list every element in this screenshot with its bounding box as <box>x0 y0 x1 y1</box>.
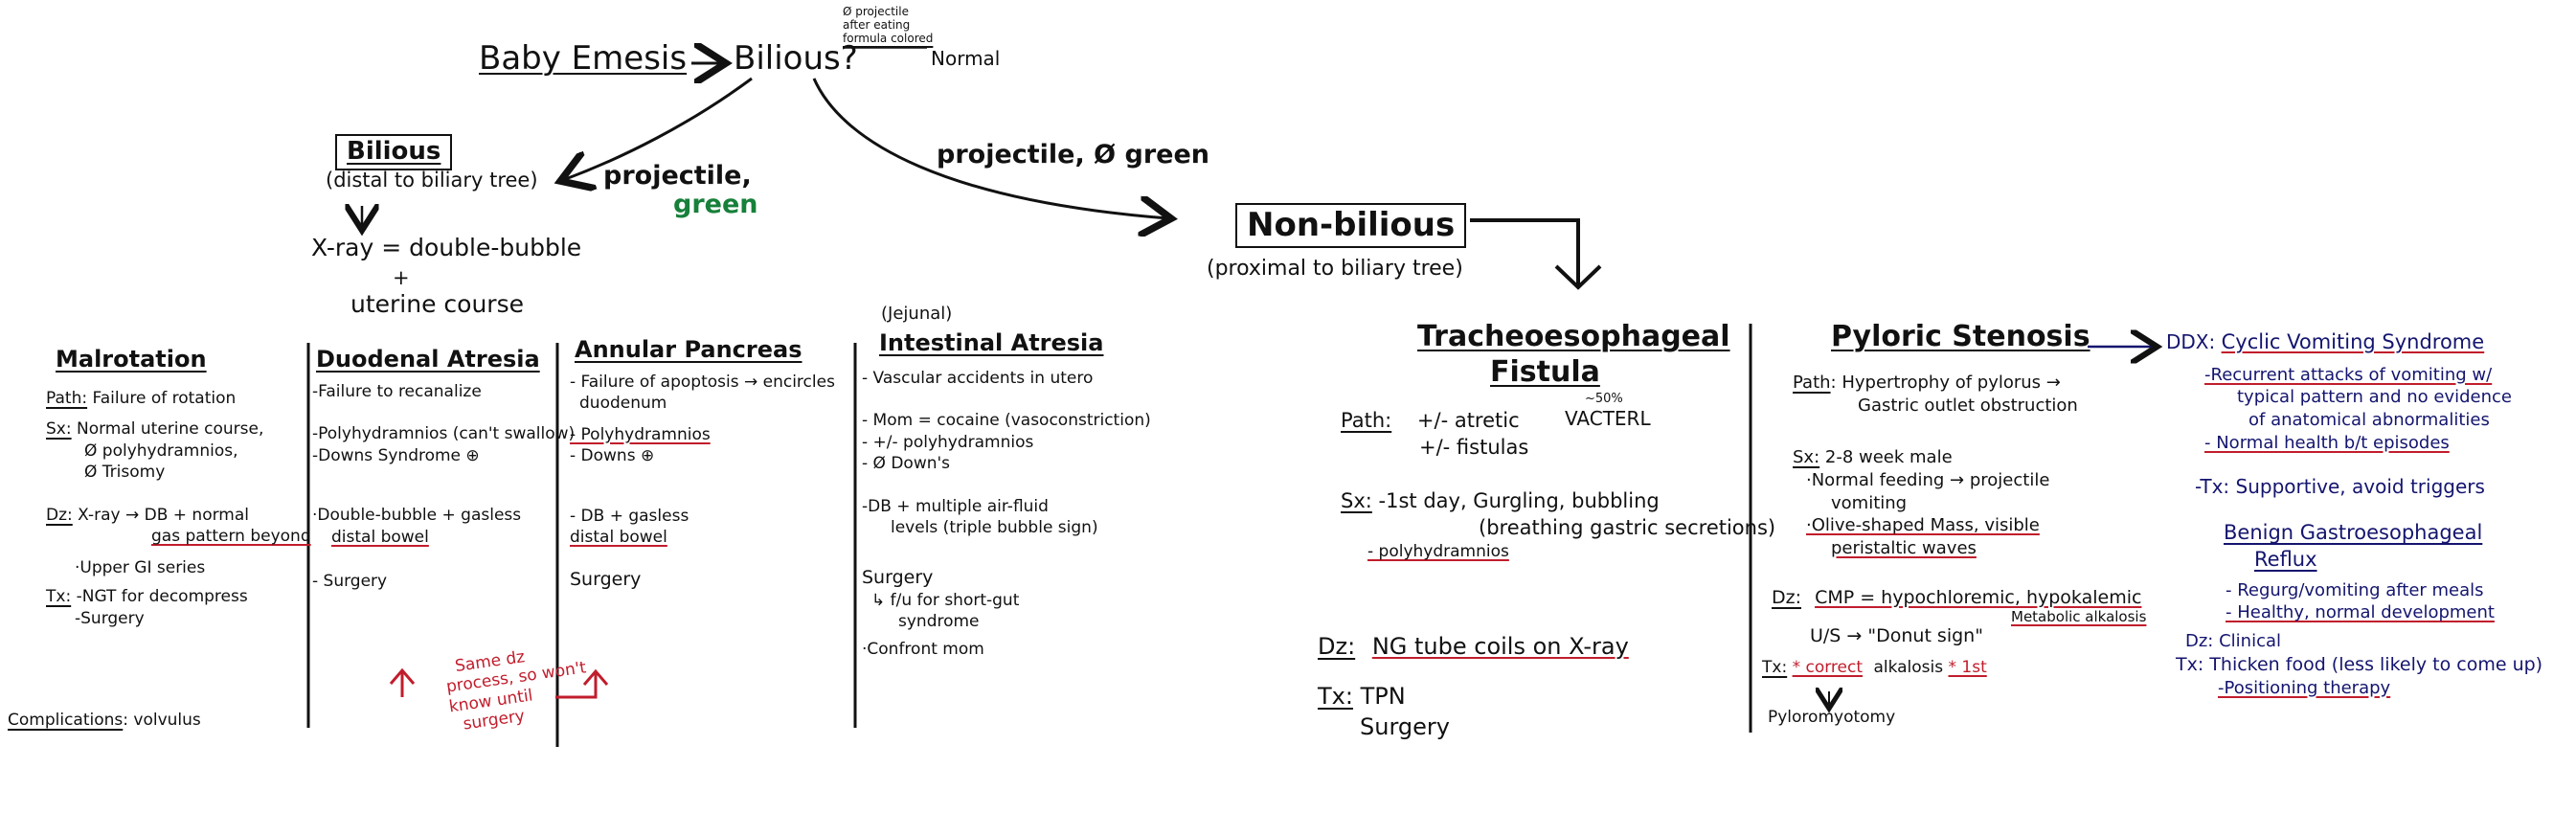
arrow-nonbilious-down <box>1470 218 1580 285</box>
xray-line: X-ray = double-bubble <box>311 234 582 261</box>
malrotation-title: Malrotation <box>56 346 207 373</box>
pyloric-title: Pyloric Stenosis <box>1831 320 2090 353</box>
te-path: Path: +/- atretic +/- fistulas <box>1341 409 1529 459</box>
bilious-subtitle: (distal to biliary tree) <box>326 169 538 192</box>
pyloromyotomy: Pyloromyotomy <box>1768 708 1896 727</box>
intestinal-body: - Vascular accidents in utero - Mom = co… <box>862 369 1151 659</box>
vacterl: VACTERL <box>1565 407 1651 430</box>
bilious-question: Bilious? <box>734 39 858 78</box>
intestinal-title: Intestinal Atresia <box>879 329 1104 356</box>
normal-label: Normal <box>931 47 1001 70</box>
branch-left-label: projectile, <box>603 161 752 191</box>
nonbilious-title: Non-bilious <box>1235 203 1467 249</box>
normal-conditions: Ø projectile after eating formula colore… <box>843 5 934 45</box>
ddx-block: DDX: Cyclic Vomiting Syndrome -Recurrent… <box>2166 330 2543 698</box>
nonbilious-subtitle: (proximal to biliary tree) <box>1207 257 1463 281</box>
pyloric-path: Path: Hypertrophy of pylorus → Gastric o… <box>1793 373 2078 416</box>
te-sx: Sx: -1st day, Gurgling, bubbling (breath… <box>1341 489 1776 562</box>
te-fistula-title-2: Fistula <box>1490 355 1600 389</box>
branch-left-label-green: green <box>673 190 758 219</box>
pyloric-tx: Tx: * correct alkalosis * 1st <box>1762 658 1987 677</box>
bilious-title: Bilious <box>335 134 453 170</box>
branch-right-label: projectile, Ø green <box>937 140 1209 169</box>
duodenal-title: Duodenal Atresia <box>316 346 540 373</box>
annular-title: Annular Pancreas <box>575 336 802 363</box>
intestinal-pre-title: (Jejunal) <box>881 304 953 324</box>
pyloric-dz: Dz: CMP = hypochloremic, hypokalemic Met… <box>1772 587 2147 647</box>
te-dz: Dz: NG tube coils on X-ray <box>1318 633 1629 660</box>
te-tx: Tx: TPN Surgery <box>1318 683 1450 740</box>
te-fistula-title-1: Tracheoesophageal <box>1417 320 1730 353</box>
plus-sign: + <box>393 266 410 289</box>
duodenal-body: -Failure to recanalize -Polyhydramnios (… <box>312 382 576 592</box>
page-title: Baby Emesis <box>479 39 688 78</box>
complications: Complications: volvulus <box>8 711 201 730</box>
pyloric-sx: Sx: 2-8 week male ·Normal feeding → proj… <box>1793 447 2050 558</box>
course-line: uterine course <box>350 290 524 318</box>
malrotation-body: Path: Failure of rotation Sx: Normal ute… <box>46 389 311 628</box>
vacterl-pct: ~50% <box>1585 392 1623 406</box>
annular-body: - Failure of apoptosis → encircles duode… <box>570 373 835 590</box>
